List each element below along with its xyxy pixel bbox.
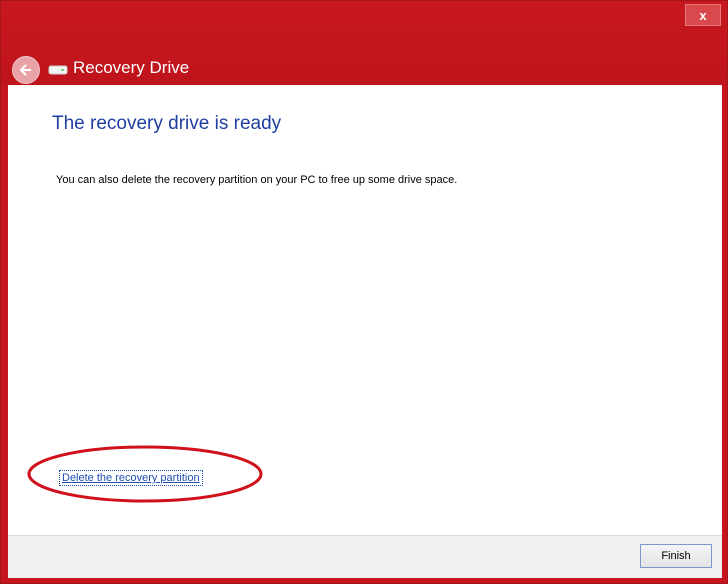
recovery-drive-window: x Recovery Drive The recovery drive is r… [0, 0, 728, 584]
footer-bar: Finish [8, 535, 722, 578]
back-arrow-icon [19, 64, 31, 76]
finish-button[interactable]: Finish [640, 544, 712, 568]
delete-recovery-partition-link[interactable]: Delete the recovery partition [59, 470, 203, 486]
close-button[interactable]: x [685, 4, 721, 26]
close-icon: x [699, 7, 707, 23]
window-title: Recovery Drive [73, 58, 190, 77]
drive-icon [48, 65, 68, 75]
page-heading: The recovery drive is ready [52, 113, 282, 134]
info-message: You can also delete the recovery partiti… [56, 174, 458, 186]
content-area: The recovery drive is ready You can also… [8, 85, 722, 535]
title-bar: x Recovery Drive [1, 1, 727, 85]
back-button[interactable] [12, 56, 40, 84]
